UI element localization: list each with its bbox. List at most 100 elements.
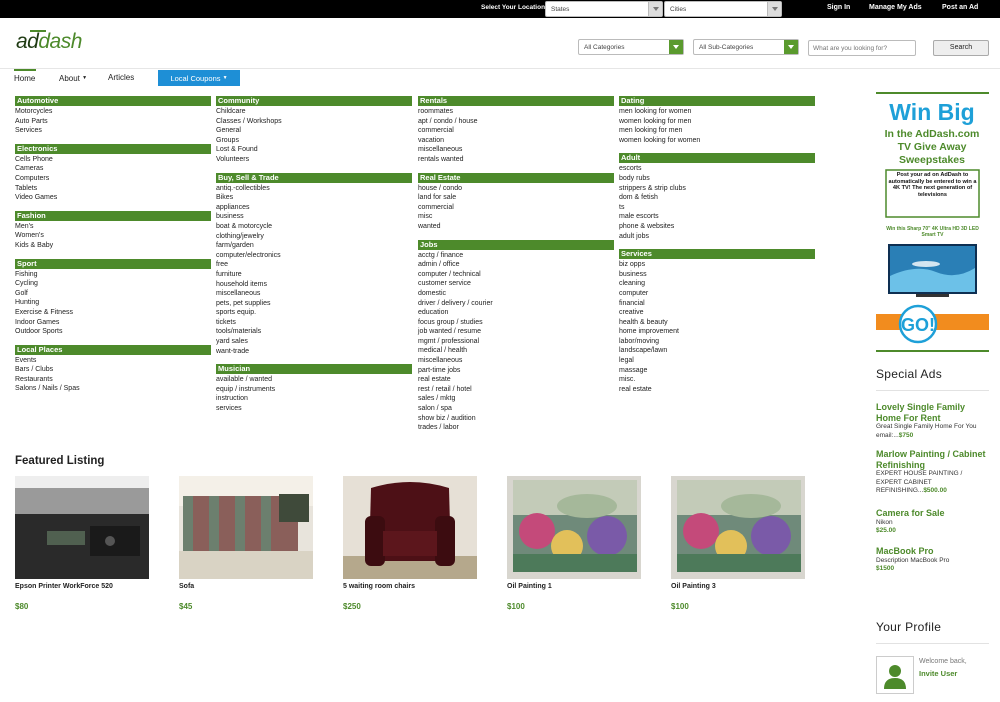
category-link[interactable]: salon / spa bbox=[418, 404, 614, 414]
category-link[interactable]: driver / delivery / courier bbox=[418, 299, 614, 309]
category-link[interactable]: misc. bbox=[619, 375, 815, 385]
category-link[interactable]: Volunteers bbox=[216, 155, 412, 165]
category-link[interactable]: household items bbox=[216, 280, 412, 290]
category-link[interactable]: legal bbox=[619, 356, 815, 366]
category-link[interactable]: creative bbox=[619, 308, 815, 318]
category-link[interactable]: women looking for men bbox=[619, 117, 815, 127]
category-link[interactable]: real estate bbox=[418, 375, 614, 385]
search-input[interactable] bbox=[808, 40, 916, 56]
cities-select[interactable]: Cities bbox=[664, 1, 782, 17]
invite-user-link[interactable]: Invite User bbox=[919, 669, 957, 678]
category-link[interactable]: escorts bbox=[619, 164, 815, 174]
sweepstakes-banner[interactable]: Win Big In the AdDash.com TV Give Away S… bbox=[876, 92, 989, 354]
category-link[interactable]: Computers bbox=[15, 174, 211, 184]
category-link[interactable]: real estate bbox=[619, 385, 815, 395]
category-link[interactable]: clothing/jewelry bbox=[216, 232, 412, 242]
category-heading[interactable]: Community bbox=[216, 96, 412, 106]
special-ad-item[interactable]: Lovely Single Family Home For Rent Great … bbox=[876, 402, 989, 440]
category-heading[interactable]: Buy, Sell & Trade bbox=[216, 172, 412, 183]
post-ad-link[interactable]: Post an Ad bbox=[942, 4, 978, 11]
category-link[interactable]: Women's bbox=[15, 231, 211, 241]
category-link[interactable]: Cells Phone bbox=[15, 155, 211, 165]
category-heading[interactable]: Musician bbox=[216, 364, 412, 375]
special-ad-title[interactable]: MacBook Pro bbox=[876, 546, 989, 557]
category-link[interactable]: computer bbox=[619, 289, 815, 299]
category-link[interactable]: body rubs bbox=[619, 174, 815, 184]
avatar[interactable] bbox=[876, 656, 914, 694]
category-link[interactable]: Indoor Games bbox=[15, 318, 211, 328]
category-link[interactable]: Fishing bbox=[15, 270, 211, 280]
category-link[interactable]: strippers & strip clubs bbox=[619, 184, 815, 194]
category-link[interactable]: dom & fetish bbox=[619, 193, 815, 203]
category-link[interactable]: business bbox=[216, 212, 412, 222]
category-link[interactable]: Exercise & Fitness bbox=[15, 308, 211, 318]
category-link[interactable]: landscape/lawn bbox=[619, 346, 815, 356]
category-link[interactable]: farm/garden bbox=[216, 241, 412, 251]
special-ad-item[interactable]: Marlow Painting / Cabinet Refinishing EXP… bbox=[876, 449, 989, 496]
category-link[interactable]: health & beauty bbox=[619, 318, 815, 328]
listing-name[interactable]: 5 waiting room chairs bbox=[343, 583, 415, 590]
category-link[interactable]: Lost & Found bbox=[216, 145, 412, 155]
category-link[interactable]: Events bbox=[15, 356, 211, 366]
category-link[interactable]: home improvement bbox=[619, 327, 815, 337]
category-link[interactable]: computer / technical bbox=[418, 270, 614, 280]
category-link[interactable]: house / condo bbox=[418, 184, 614, 194]
listing-image[interactable] bbox=[507, 476, 641, 579]
listing-image[interactable] bbox=[671, 476, 805, 579]
category-link[interactable]: Hunting bbox=[15, 298, 211, 308]
site-logo[interactable]: addash bbox=[16, 30, 82, 54]
category-heading[interactable]: Dating bbox=[619, 96, 815, 106]
category-heading[interactable]: Real Estate bbox=[418, 172, 614, 183]
category-link[interactable]: focus group / studies bbox=[418, 318, 614, 328]
category-link[interactable]: vacation bbox=[418, 136, 614, 146]
category-link[interactable]: tools/materials bbox=[216, 327, 412, 337]
category-link[interactable]: Restaurants bbox=[15, 375, 211, 385]
listing-name[interactable]: Oil Painting 1 bbox=[507, 583, 552, 590]
category-link[interactable]: medical / health bbox=[418, 346, 614, 356]
category-link[interactable]: Salons / Nails / Spas bbox=[15, 384, 211, 394]
category-link[interactable]: Groups bbox=[216, 136, 412, 146]
category-link[interactable]: services bbox=[216, 404, 412, 414]
category-link[interactable]: miscellaneous bbox=[418, 356, 614, 366]
category-link[interactable]: sports equip. bbox=[216, 308, 412, 318]
category-heading[interactable]: Automotive bbox=[15, 96, 211, 106]
listing-name[interactable]: Oil Painting 3 bbox=[671, 583, 716, 590]
listing-name[interactable]: Sofa bbox=[179, 583, 194, 590]
category-link[interactable]: men looking for women bbox=[619, 107, 815, 117]
listing-card[interactable]: 5 waiting room chairs $250 bbox=[343, 476, 477, 611]
category-link[interactable]: Services bbox=[15, 126, 211, 136]
category-heading[interactable]: Electronics bbox=[15, 143, 211, 154]
listing-name[interactable]: Epson Printer WorkForce 520 bbox=[15, 583, 113, 590]
category-link[interactable]: ts bbox=[619, 203, 815, 213]
category-link[interactable]: yard sales bbox=[216, 337, 412, 347]
category-link[interactable]: Auto Parts bbox=[15, 117, 211, 127]
category-link[interactable]: Cameras bbox=[15, 164, 211, 174]
special-ad-title[interactable]: Lovely Single Family Home For Rent bbox=[876, 402, 989, 423]
nav-about[interactable]: About ▼ bbox=[59, 70, 87, 86]
category-link[interactable]: customer service bbox=[418, 279, 614, 289]
category-link[interactable]: Motorcycles bbox=[15, 107, 211, 117]
category-link[interactable]: Video Games bbox=[15, 193, 211, 203]
category-link[interactable]: Bikes bbox=[216, 193, 412, 203]
category-link[interactable]: antiq.-collectibles bbox=[216, 184, 412, 194]
category-heading[interactable]: Sport bbox=[15, 258, 211, 269]
listing-card[interactable]: Sofa $45 bbox=[179, 476, 313, 611]
category-link[interactable]: equip / instruments bbox=[216, 385, 412, 395]
category-link[interactable]: cleaning bbox=[619, 279, 815, 289]
category-link[interactable]: Golf bbox=[15, 289, 211, 299]
listing-image[interactable] bbox=[15, 476, 149, 579]
category-link[interactable]: show biz / audition bbox=[418, 414, 614, 424]
category-link[interactable]: financial bbox=[619, 299, 815, 309]
category-heading[interactable]: Fashion bbox=[15, 210, 211, 221]
category-link[interactable]: instruction bbox=[216, 394, 412, 404]
category-link[interactable]: wanted bbox=[418, 222, 614, 232]
category-link[interactable]: massage bbox=[619, 366, 815, 376]
category-heading[interactable]: Local Places bbox=[15, 344, 211, 355]
category-link[interactable]: appliances bbox=[216, 203, 412, 213]
category-link[interactable]: apt / condo / house bbox=[418, 117, 614, 127]
category-link[interactable]: job wanted / resume bbox=[418, 327, 614, 337]
category-heading[interactable]: Adult bbox=[619, 153, 815, 164]
category-link[interactable]: part-time jobs bbox=[418, 366, 614, 376]
category-link[interactable]: mgmt / professional bbox=[418, 337, 614, 347]
category-link[interactable]: available / wanted bbox=[216, 375, 412, 385]
